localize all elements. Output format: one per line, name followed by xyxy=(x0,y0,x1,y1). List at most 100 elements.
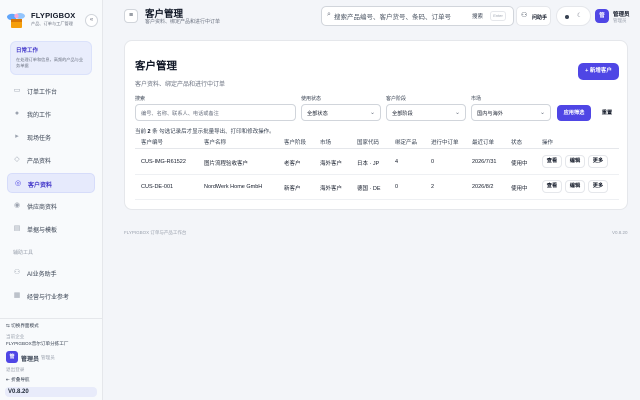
sidebar-item-order-workbench[interactable]: ▭ 订单工作台 xyxy=(7,81,95,101)
cell-orders: 2 xyxy=(431,184,435,190)
cell-customer-name: 图片流程验收客户 xyxy=(204,161,249,167)
filter-stage-label: 客户阶段 xyxy=(386,96,407,102)
user-menu[interactable]: 管 管理员 管理员 xyxy=(595,6,633,26)
col-header: 客户名称 xyxy=(204,140,227,146)
company-name: FLYPIGBOX普尔订单分拣工厂 xyxy=(6,341,69,346)
cell-orders: 0 xyxy=(431,159,435,165)
moon-icon: ☾ xyxy=(577,13,583,19)
current-company-label: 当前企业 xyxy=(6,334,25,339)
sidebar: FLYPIGBOX 产品、订单与工厂管理 « 日常工作 在处理订单和信息，高频的… xyxy=(0,0,103,400)
search-button[interactable]: 搜索 xyxy=(472,12,483,20)
ask-assistant-button[interactable]: ⚇ 问助手 xyxy=(516,6,551,26)
cell-last-order: 2026/7/31 xyxy=(472,159,497,165)
table-row: CUS-IMG-R61522 图片流程验收客户 老客户 海外客户 日本 · JP… xyxy=(135,150,619,175)
col-header: 进行中订单 xyxy=(431,140,459,146)
col-header: 操作 xyxy=(542,140,554,146)
view-button[interactable]: 查看 xyxy=(542,155,562,168)
filter-search-label: 搜索 xyxy=(135,96,146,102)
sun-icon xyxy=(565,15,569,19)
topbar: ≡ 客户管理 客户资料、绑定产品和进行中订单 ⌕ 搜索 Enter ⚇ 问助手 … xyxy=(104,0,640,32)
sidebar-item-label: 单据与模板 xyxy=(27,228,58,234)
brand-subtitle: 产品、订单与工厂管理 xyxy=(31,21,73,26)
brand: FLYPIGBOX 产品、订单与工厂管理 « xyxy=(5,9,100,31)
sidebar-item-label: 客户资料 xyxy=(28,183,53,189)
robot-icon: ⚇ xyxy=(13,269,21,276)
global-search: ⌕ 搜索 Enter xyxy=(321,6,514,26)
dot-icon: ● xyxy=(14,110,20,117)
sidebar-item-label: 订单工作台 xyxy=(27,90,58,96)
col-header: 国家代码 xyxy=(357,140,380,146)
cell-products: 0 xyxy=(395,184,399,190)
sidebar-user[interactable]: 管 管理员 管理员 xyxy=(6,351,96,365)
record-icon: ◉ xyxy=(13,202,21,209)
menu-icon[interactable]: ≡ xyxy=(124,9,138,23)
filter-status-select[interactable]: 全部状态 ⌄ xyxy=(301,104,381,121)
sidebar-item-documents[interactable]: ▤ 单据与模板 xyxy=(7,219,95,239)
chevron-down-icon: ⌄ xyxy=(539,110,545,116)
footer-text: FLYPIGBOX 订单与产品工作台 xyxy=(124,230,187,235)
add-customer-button[interactable]: + 新增客户 xyxy=(578,63,619,80)
user-role: 管理员 xyxy=(613,18,627,23)
sidebar-item-customers[interactable]: ◎ 客户资料 xyxy=(7,173,95,193)
sidebar-item-label: 供应商资料 xyxy=(27,205,58,211)
chevron-double-left-icon[interactable]: « xyxy=(85,14,98,27)
cell-market: 海外客户 xyxy=(320,161,343,167)
more-button[interactable]: 更多 xyxy=(588,180,608,193)
edit-button[interactable]: 编辑 xyxy=(565,155,585,168)
more-button[interactable]: 更多 xyxy=(588,155,608,168)
daily-work-title: 日常工作 xyxy=(16,48,39,54)
cell-status: 使用中 xyxy=(511,161,528,167)
filter-status-value: 全部状态 xyxy=(307,111,328,117)
cell-stage: 新客户 xyxy=(284,186,301,192)
search-input[interactable] xyxy=(334,11,454,23)
view-button[interactable]: 查看 xyxy=(542,180,562,193)
sidebar-section-label: 辅助工具 xyxy=(13,250,34,256)
sidebar-item-suppliers[interactable]: ◉ 供应商资料 xyxy=(7,196,95,216)
sidebar-user-name: 管理员 xyxy=(21,357,40,363)
cell-customer-name: NordWerk Home GmbH xyxy=(204,184,263,190)
chevron-down-icon: ⌄ xyxy=(369,110,375,116)
cell-customer-id: CUS-IMG-R61522 xyxy=(141,159,186,165)
filter-search-field[interactable]: 编号、名称、联系人、电话或备注 xyxy=(135,104,296,121)
diamond-icon: ◇ xyxy=(14,156,20,163)
grid-icon: ▦ xyxy=(13,292,21,299)
filter-stage-select[interactable]: 全部阶段 ⌄ xyxy=(386,104,466,121)
sidebar-item-products[interactable]: ◇ 产品资料 xyxy=(7,150,95,170)
ask-assistant-label: 问助手 xyxy=(532,15,548,21)
col-header: 绑定产品 xyxy=(395,140,418,146)
customer-card: 客户管理 客户资料、绑定产品和进行中订单 + 新增客户 搜索 编号、名称、联系人… xyxy=(124,40,628,210)
sidebar-item-industry-reference[interactable]: ▦ 经营与行业参考 xyxy=(7,286,95,306)
col-header: 客户阶段 xyxy=(284,140,307,146)
sidebar-item-label: 现场任务 xyxy=(27,136,52,142)
logout-link[interactable]: 退出登录 xyxy=(6,367,24,373)
card-subtitle: 客户资料、绑定产品和进行中订单 xyxy=(135,82,226,88)
edit-button[interactable]: 编辑 xyxy=(565,180,585,193)
sidebar-item-label: 我的工作 xyxy=(27,113,52,119)
switch-mode-link[interactable]: ⇆ 切换界面模式 xyxy=(6,323,39,329)
sidebar-item-label: 产品资料 xyxy=(27,159,52,165)
sidebar-item-my-work[interactable]: ● 我的工作 xyxy=(7,104,95,124)
filter-status-label: 使用状态 xyxy=(301,96,322,102)
cell-stage: 老客户 xyxy=(284,161,301,167)
filter-market-value: 国内与海外 xyxy=(477,111,503,117)
cell-market: 海外客户 xyxy=(320,186,343,192)
filter-search-placeholder: 编号、名称、联系人、电话或备注 xyxy=(141,111,219,117)
fold-nav-button[interactable]: ⇤ 折叠导航 xyxy=(6,377,30,383)
search-icon: ⌕ xyxy=(327,11,331,18)
robot-icon: ⚇ xyxy=(521,12,528,19)
brand-logo xyxy=(6,10,27,30)
sidebar-item-ai-assistant[interactable]: ⚇ AI业务助手 xyxy=(7,263,95,283)
play-icon: ▸ xyxy=(15,133,19,140)
sidebar-item-field-tasks[interactable]: ▸ 现场任务 xyxy=(7,127,95,147)
avatar: 管 xyxy=(6,351,18,363)
filter-market-select[interactable]: 国内与海外 ⌄ xyxy=(471,104,551,121)
reset-filter-button[interactable]: 重置 xyxy=(597,105,617,121)
clipboard-icon: ▭ xyxy=(13,87,21,94)
theme-toggle[interactable]: ☾ xyxy=(556,6,591,26)
col-header: 状态 xyxy=(511,140,523,146)
cell-country: 日本 · JP xyxy=(357,161,380,167)
footer-version: V0.8.20 xyxy=(612,230,628,235)
document-icon: ▤ xyxy=(13,225,21,232)
apply-filter-button[interactable]: 应用筛选 xyxy=(557,105,591,121)
col-header: 市场 xyxy=(320,140,332,146)
